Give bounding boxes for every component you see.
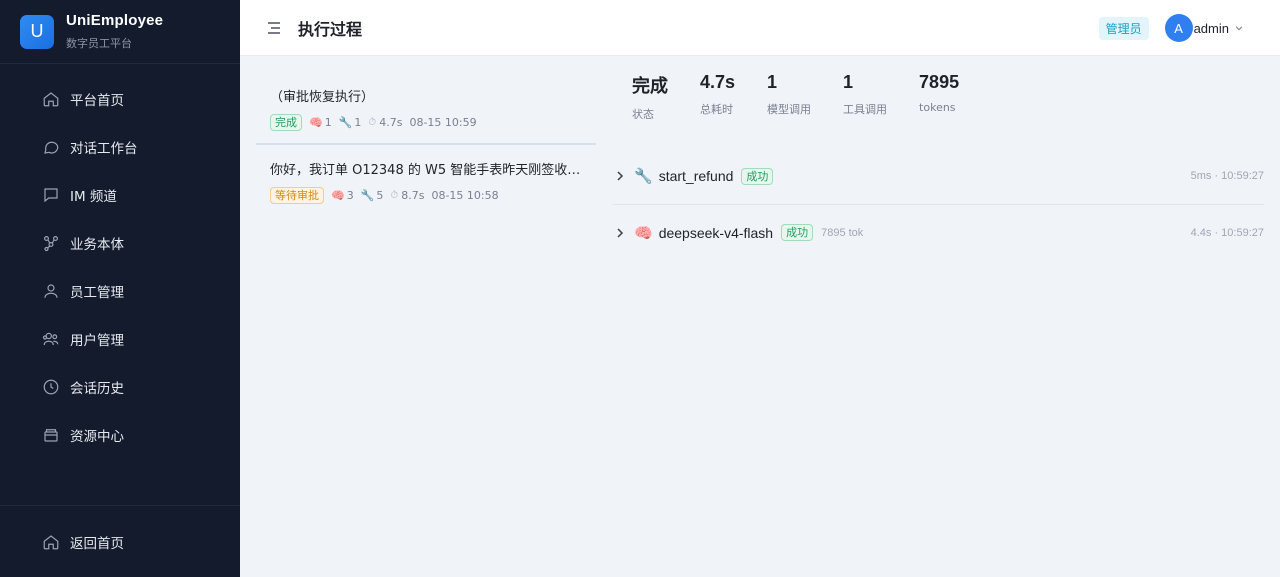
sidebar-item-label: 业务本体: [70, 237, 124, 253]
stats-bar: 完成 状态 4.7s 总耗时 1 模型调用 1 工具调用 7895 tokens: [612, 72, 1264, 148]
brand-name: UniEmployee: [66, 12, 164, 29]
box-icon: [42, 426, 60, 444]
stat-value: 完成: [632, 76, 668, 96]
status-badge: 等待审批: [270, 187, 324, 204]
stat-tokens: 7895 tokens: [919, 72, 959, 148]
sidebar-item-im[interactable]: IM 频道: [0, 171, 240, 219]
stat-label: 状态: [632, 108, 654, 121]
stat-model-calls: 1 模型调用: [767, 72, 811, 148]
run-item[interactable]: （审批恢复执行） 完成 🧠 1 🔧 1 ⏱ 4.7s 08-15 10:59: [256, 72, 596, 145]
users-icon: [42, 330, 60, 348]
brand-subtitle: 数字员工平台: [66, 37, 132, 50]
stat-duration: 4.7s 总耗时: [700, 72, 735, 148]
sidebar: U UniEmployee 数字员工平台 平台首页 对话工作台 IM 频道 业务…: [0, 0, 240, 577]
run-title: （审批恢复执行）: [270, 90, 375, 105]
menu-toggle-icon[interactable]: [266, 20, 282, 36]
sidebar-item-label: 会话历史: [70, 381, 124, 397]
tool-call-count: 1: [354, 116, 362, 129]
wrench-icon: 🔧: [360, 189, 375, 202]
brain-icon: 🧠: [331, 189, 345, 202]
stat-value: 4.7s: [700, 72, 736, 92]
run-duration: 4.7s: [379, 116, 403, 129]
chevron-right-icon[interactable]: [614, 227, 630, 239]
username[interactable]: admin: [1194, 21, 1229, 36]
run-title: 你好，我订单 O12348 的 W5 智能手表昨天刚签收…: [270, 163, 581, 178]
sidebar-item-label: 资源中心: [70, 429, 124, 445]
stat-status: 完成 状态: [632, 72, 668, 148]
timer-icon: ⏱: [368, 117, 377, 128]
sidebar-item-chat[interactable]: 对话工作台: [0, 123, 240, 171]
page-title: 执行过程: [298, 19, 363, 39]
sidebar-nav: 平台首页 对话工作台 IM 频道 业务本体 员工管理 用户管理 会话历史 资源中…: [0, 64, 240, 459]
graph-icon: [42, 234, 60, 252]
step-time: 5ms · 10:59:27: [1190, 170, 1264, 182]
chat-icon: [42, 138, 60, 156]
sidebar-item-resources[interactable]: 资源中心: [0, 411, 240, 459]
model-call-count: 1: [324, 116, 332, 129]
sidebar-footer: 返回首页: [0, 505, 240, 577]
sidebar-item-label: 对话工作台: [70, 141, 138, 157]
wrench-icon: 🔧: [338, 116, 353, 129]
status-badge: 完成: [270, 114, 302, 131]
timer-icon: ⏱: [390, 190, 399, 201]
brand: U UniEmployee 数字员工平台: [0, 0, 240, 64]
stat-tool-calls: 1 工具调用: [843, 72, 887, 148]
back-home-button[interactable]: 返回首页: [0, 518, 240, 566]
model-call-count: 3: [346, 189, 354, 202]
step-row[interactable]: 🧠 deepseek-v4-flash 成功 7895 tok 4.4s · 1…: [612, 204, 1264, 260]
sidebar-item-label: 员工管理: [70, 285, 124, 301]
sidebar-item-employees[interactable]: 员工管理: [0, 267, 240, 315]
tool-call-count: 5: [376, 189, 384, 202]
message-square-icon: [42, 186, 60, 204]
home-icon: [42, 90, 60, 108]
stat-value: 7895: [919, 72, 960, 92]
brain-icon: 🧠: [309, 116, 323, 129]
run-detail: 完成 状态 4.7s 总耗时 1 模型调用 1 工具调用 7895 tokens…: [612, 72, 1264, 260]
stat-label: tokens: [919, 101, 956, 114]
brand-logo: U: [20, 14, 54, 49]
sidebar-item-home[interactable]: 平台首页: [0, 75, 240, 123]
run-list: （审批恢复执行） 完成 🧠 1 🔧 1 ⏱ 4.7s 08-15 10:59 你好，我…: [256, 72, 596, 216]
home-icon: [42, 533, 60, 551]
top-header: 执行过程 管理员 A admin: [240, 0, 1280, 56]
step-tokens: 7895 tok: [821, 226, 864, 239]
sidebar-item-label: IM 频道: [70, 189, 117, 205]
step-row[interactable]: 🔧 start_refund 成功 5ms · 10:59:27: [612, 148, 1264, 204]
run-time: 08-15 10:58: [431, 189, 499, 202]
step-name: start_refund: [658, 168, 734, 184]
stat-value: 1: [767, 72, 778, 92]
sidebar-item-ontology[interactable]: 业务本体: [0, 219, 240, 267]
brain-icon: 🧠: [634, 223, 653, 242]
user-icon: [42, 282, 60, 300]
stat-label: 模型调用: [767, 103, 812, 116]
chevron-right-icon[interactable]: [614, 170, 630, 182]
sidebar-item-label: 用户管理: [70, 333, 124, 349]
sidebar-item-users[interactable]: 用户管理: [0, 315, 240, 363]
wrench-icon: 🔧: [634, 167, 653, 185]
status-badge: 成功: [741, 167, 774, 185]
stat-label: 总耗时: [700, 103, 733, 116]
sidebar-item-label: 平台首页: [70, 93, 124, 109]
sidebar-item-history[interactable]: 会话历史: [0, 363, 240, 411]
clock-icon: [42, 378, 60, 396]
run-duration: 8.7s: [401, 189, 425, 202]
step-time: 4.4s · 10:59:27: [1190, 226, 1264, 239]
step-name: deepseek-v4-flash: [658, 224, 774, 241]
stat-value: 1: [843, 72, 854, 92]
stat-label: 工具调用: [843, 103, 888, 116]
avatar[interactable]: A: [1164, 14, 1193, 42]
back-home-label: 返回首页: [70, 535, 124, 552]
role-badge: 管理员: [1098, 16, 1149, 40]
run-item[interactable]: 你好，我订单 O12348 的 W5 智能手表昨天刚签收… 等待审批 🧠 3 🔧 5…: [256, 145, 596, 216]
chevron-down-icon[interactable]: [1234, 23, 1244, 33]
run-time: 08-15 10:59: [409, 116, 477, 129]
status-badge: 成功: [781, 224, 814, 241]
